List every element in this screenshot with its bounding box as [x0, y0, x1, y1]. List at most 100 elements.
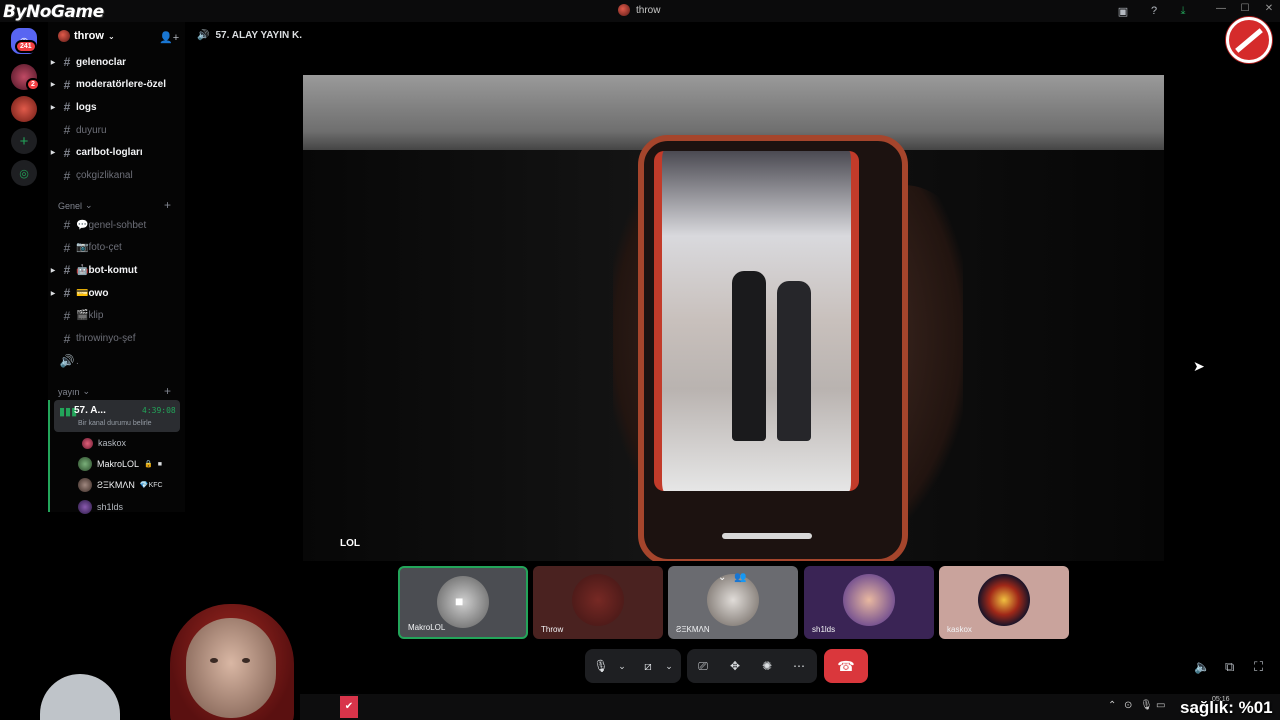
invite-people-icon[interactable]: 👤+: [159, 31, 179, 44]
download-icon[interactable]: ⤓: [1176, 4, 1190, 18]
avatar: [82, 437, 93, 449]
unread-indicator-icon: ▶: [50, 104, 56, 111]
channel-item[interactable]: # throwinyo-şef: [48, 329, 185, 349]
channel-item[interactable]: ▶ # carlbot-logları: [48, 143, 185, 163]
phone-home-bar: [722, 533, 812, 539]
voice-channel-status[interactable]: Bir kanal durumu belirle: [78, 420, 152, 427]
channel-item[interactable]: # 🎬klip: [48, 306, 185, 326]
unread-indicator-icon: ▶: [50, 267, 56, 274]
webcam-eye: [242, 658, 250, 663]
chevron-down-icon[interactable]: ⌄: [718, 572, 726, 583]
channel-item[interactable]: ▶ # 🤖bot-komut: [48, 260, 185, 280]
channel-name: çokgizlikanal: [76, 170, 133, 181]
voice-user-name: ƧΞKMΛN: [97, 480, 135, 490]
hash-icon: #: [63, 123, 71, 138]
avatar: [572, 574, 624, 626]
category-yayin[interactable]: yayın ⌄: [58, 386, 90, 397]
avatar: [843, 574, 895, 626]
tray-display-icon[interactable]: ▭: [1156, 700, 1165, 711]
screen-share-icon[interactable]: ⎚: [695, 658, 711, 674]
tray-mic-icon[interactable]: 🎙: [1140, 700, 1153, 711]
tray-chevron-icon[interactable]: ⌃: [1108, 700, 1116, 711]
streamer-webcam: [40, 600, 294, 720]
voice-user[interactable]: sh1lds: [78, 498, 123, 516]
channel-item[interactable]: # duyuru: [48, 120, 185, 140]
voice-channel-active[interactable]: ▮▮▮ 57. A... 4:39:08 Bir kanal durumu be…: [54, 400, 180, 432]
add-friend-icon[interactable]: 👥: [734, 572, 746, 583]
participant-tile[interactable]: sh1lds: [804, 566, 934, 639]
channel-item[interactable]: ▶ # 💳owo: [48, 283, 185, 303]
create-channel-icon[interactable]: +: [164, 384, 171, 398]
category-genel[interactable]: Genel ⌄: [58, 200, 93, 211]
help-icon[interactable]: ?: [1147, 4, 1161, 18]
fullscreen-icon[interactable]: ⛶: [1254, 659, 1263, 675]
taskbar: ✔ ⌃ ⊙ 🎙 ▭: [300, 694, 1280, 720]
webcam-shirt: [40, 674, 120, 720]
channel-item[interactable]: ▶ # gelenoclar: [48, 52, 185, 72]
chevron-down-icon[interactable]: ⌄: [614, 658, 630, 674]
create-channel-icon[interactable]: +: [164, 198, 171, 212]
webcam-eye: [210, 658, 218, 663]
unread-indicator-icon: ▶: [50, 59, 56, 66]
video-figure: [732, 271, 766, 441]
hash-icon: #: [63, 55, 71, 69]
channel-name: 🎬klip: [76, 310, 104, 322]
channel-item[interactable]: 🔊.: [48, 351, 185, 371]
maximize-button[interactable]: ☐: [1238, 3, 1252, 17]
channel-name: 💬genel-sohbet: [76, 219, 147, 231]
call-controls: 🎙 ⌄ ⧄ ⌄ ⎚ ✥ ✺ ⋯ ☎: [585, 649, 875, 683]
leave-call-icon: ☎: [837, 658, 855, 674]
participant-tile[interactable]: kaskox: [939, 566, 1069, 639]
channel-item[interactable]: # 💬genel-sohbet: [48, 215, 185, 235]
channel-name: moderatörlere-özel: [76, 79, 167, 91]
server-header[interactable]: throw ⌄: [58, 30, 115, 42]
stage-user-label: LOL: [340, 538, 360, 549]
channel-item[interactable]: # 📷foto-çet: [48, 238, 185, 258]
avatar: [978, 574, 1030, 626]
minimize-button[interactable]: —: [1214, 3, 1228, 17]
popout-icon[interactable]: ⧉: [1225, 659, 1234, 675]
unread-indicator-icon: ▶: [50, 290, 56, 297]
mic-icon[interactable]: 🎙: [593, 658, 609, 674]
close-button[interactable]: ✕: [1262, 3, 1276, 17]
tray-app-icon[interactable]: ⊙: [1124, 700, 1132, 711]
unread-indicator-icon: ▶: [50, 82, 56, 89]
channel-item[interactable]: # çokgizlikanal: [48, 166, 185, 186]
soundboard-icon[interactable]: ✺: [759, 658, 775, 674]
brand-watermark: ByNoGame: [3, 2, 104, 22]
server-icon-throw[interactable]: [11, 96, 37, 122]
video-stage[interactable]: [303, 75, 1164, 561]
channel-item[interactable]: ▶ # moderatörlere-özel: [48, 75, 185, 95]
hash-icon: #: [63, 218, 71, 232]
voice-user[interactable]: kaskox: [78, 434, 126, 452]
tile-name: MakroLOL: [408, 623, 446, 632]
tile-name: sh1lds: [812, 625, 836, 634]
leave-call-button[interactable]: ☎: [824, 649, 868, 683]
participant-tile[interactable]: ⌄ 👥 ƧΞKMΛN: [668, 566, 798, 639]
explore-icon[interactable]: ◎: [11, 160, 37, 186]
activity-icon[interactable]: ✥: [727, 658, 743, 674]
window-title: throw: [618, 4, 660, 16]
hash-icon: #: [63, 145, 71, 160]
chevron-down-icon[interactable]: ⌄: [661, 658, 677, 674]
more-icon[interactable]: ⋯: [791, 658, 807, 674]
taskbar-app-icon[interactable]: ✔: [340, 696, 358, 718]
volume-icon[interactable]: 🔈: [1194, 659, 1210, 675]
camera-off-icon[interactable]: ⧄: [640, 658, 656, 674]
inbox-icon[interactable]: ▣: [1116, 4, 1130, 18]
voice-user[interactable]: ƧΞKMΛN 💎KFC: [78, 476, 163, 494]
channel-name: 📷foto-çet: [76, 242, 122, 254]
channel-item[interactable]: ▶ # logs: [48, 97, 185, 117]
avatar: [707, 574, 759, 626]
no-smoking-sign-icon: [1226, 17, 1272, 63]
participant-tile[interactable]: ■ MakroLOL: [398, 566, 528, 639]
channel-sidebar: throw ⌄ 👤+ ▶ # gelenoclar ▶ # moderatörlere-ö…: [48, 22, 185, 514]
voice-channel-name: 57. A...: [74, 405, 106, 416]
voice-user-name: sh1lds: [97, 502, 124, 512]
tile-name: Throw: [541, 625, 564, 634]
hash-icon: #: [63, 263, 71, 278]
participant-tile[interactable]: Throw: [533, 566, 663, 639]
guild-tag: 💎KFC: [139, 482, 163, 489]
add-server-icon[interactable]: +: [11, 128, 37, 154]
voice-user[interactable]: MakroLOL 🔒 ■: [78, 455, 162, 473]
